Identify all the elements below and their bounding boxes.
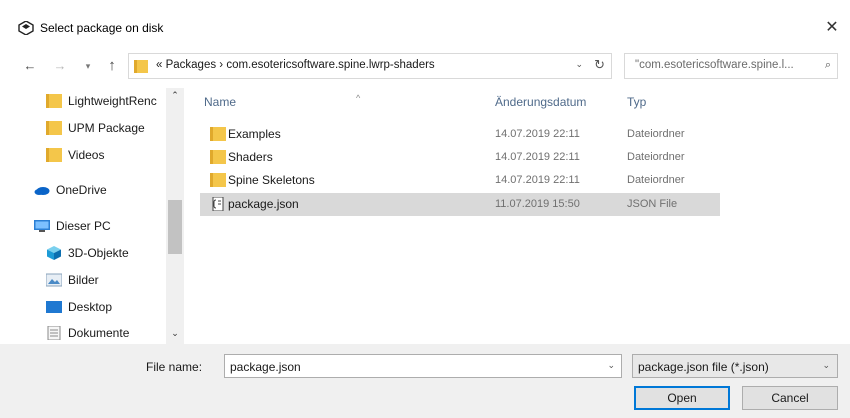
file-name-label: File name:: [146, 360, 202, 374]
search-icon[interactable]: ⌕: [825, 59, 831, 72]
pc-icon: [34, 220, 50, 232]
chevron-down-icon[interactable]: ⌄: [822, 360, 830, 371]
onedrive-icon: [34, 187, 50, 195]
folder-icon: [210, 173, 226, 187]
json-file-icon: [212, 197, 224, 211]
file-type: JSON File: [627, 198, 678, 210]
sidebar-item-label: Desktop: [68, 300, 113, 314]
file-name: Examples: [228, 127, 281, 141]
address-bar[interactable]: « Packages › com.esotericsoftware.spine.…: [128, 53, 612, 79]
scroll-down-icon[interactable]: ⌄: [166, 328, 184, 342]
back-arrow-icon[interactable]: ←: [22, 58, 38, 74]
folder-icon: [210, 127, 226, 141]
sidebar-item-label: Dokumente: [68, 326, 130, 340]
close-icon[interactable]: ✕: [822, 18, 842, 38]
folder-icon: [210, 150, 226, 164]
file-date: 14.07.2019 22:11: [495, 174, 580, 186]
sidebar-scrollbar[interactable]: ⌃ ⌄: [166, 88, 184, 344]
sidebar-item-label: LightweightRenc: [68, 94, 157, 108]
file-row-spine-skeletons[interactable]: Spine Skeletons 14.07.2019 22:11 Dateior…: [200, 169, 720, 192]
file-list: Name ^ Änderungsdatum Typ Examples 14.07…: [186, 88, 850, 344]
file-date: 14.07.2019 22:11: [495, 151, 580, 163]
unity-icon: [18, 21, 34, 35]
file-name-input[interactable]: package.json ⌄: [224, 354, 622, 378]
sidebar-item-label: OneDrive: [56, 183, 107, 197]
file-row-shaders[interactable]: Shaders 14.07.2019 22:11 Dateiordner: [200, 146, 720, 169]
file-date: 11.07.2019 15:50: [495, 198, 580, 210]
sidebar-item-label: Dieser PC: [56, 219, 111, 233]
file-type: Dateiordner: [627, 128, 685, 140]
folder-icon: [46, 94, 62, 108]
window-title: Select package on disk: [40, 21, 164, 35]
search-box[interactable]: "com.esotericsoftware.spine.l... ⌕: [624, 53, 838, 79]
file-name: Shaders: [228, 150, 273, 164]
sidebar-item-label: Videos: [68, 148, 105, 162]
file-type-filter[interactable]: package.json file (*.json) ⌄: [632, 354, 838, 378]
file-row-package-json[interactable]: package.json 11.07.2019 15:50 JSON File: [200, 193, 720, 216]
forward-arrow-icon[interactable]: →: [52, 58, 68, 74]
sidebar-item-label: Bilder: [68, 273, 99, 287]
title-bar: Select package on disk ✕: [0, 0, 850, 42]
scroll-thumb[interactable]: [168, 200, 182, 254]
navigation-bar: ← → ▾ ↑ « Packages › com.esotericsoftwar…: [0, 52, 850, 82]
file-name-label-text: File name:: [146, 360, 203, 374]
pictures-icon: [46, 273, 62, 287]
file-name: Spine Skeletons: [228, 173, 315, 187]
sort-ascending-icon: ^: [356, 93, 361, 103]
up-arrow-icon[interactable]: ↑: [104, 58, 120, 74]
file-name: package.json: [228, 197, 299, 211]
sidebar-item-label: 3D-Objekte: [68, 246, 129, 260]
address-path[interactable]: « Packages › com.esotericsoftware.spine.…: [156, 59, 435, 71]
column-header-name[interactable]: Name ^: [204, 93, 360, 109]
dialog-footer: File name: package.json ⌄ package.json f…: [0, 344, 850, 418]
folder-icon: [46, 148, 62, 162]
folder-icon: [134, 60, 148, 73]
search-placeholder[interactable]: "com.esotericsoftware.spine.l...: [635, 59, 794, 71]
folder-icon: [46, 121, 62, 135]
refresh-icon[interactable]: ↻: [594, 57, 605, 73]
column-header-name-label: Name: [204, 95, 237, 109]
scroll-up-icon[interactable]: ⌃: [166, 90, 184, 104]
file-name-value[interactable]: package.json: [230, 360, 301, 374]
file-row-examples[interactable]: Examples 14.07.2019 22:11 Dateiordner: [200, 123, 720, 146]
chevron-down-icon[interactable]: ⌄: [607, 360, 615, 371]
column-header-date[interactable]: Änderungsdatum: [495, 95, 586, 109]
file-type: Dateiordner: [627, 174, 685, 186]
open-button[interactable]: Open: [634, 386, 730, 410]
column-header-type[interactable]: Typ: [627, 95, 646, 109]
sidebar-item-label: UPM Package: [68, 121, 145, 135]
chevron-down-icon[interactable]: ⌄: [575, 59, 583, 70]
recent-locations-chevron-icon[interactable]: ▾: [80, 58, 96, 74]
documents-icon: [47, 326, 61, 340]
file-type: Dateiordner: [627, 151, 685, 163]
file-date: 14.07.2019 22:11: [495, 128, 580, 140]
desktop-icon: [46, 301, 62, 313]
3d-objects-icon: [47, 246, 61, 260]
file-type-filter-value[interactable]: package.json file (*.json): [638, 360, 769, 374]
cancel-button[interactable]: Cancel: [742, 386, 838, 410]
navigation-pane: LightweightRenc UPM Package Videos OneDr…: [0, 88, 186, 344]
